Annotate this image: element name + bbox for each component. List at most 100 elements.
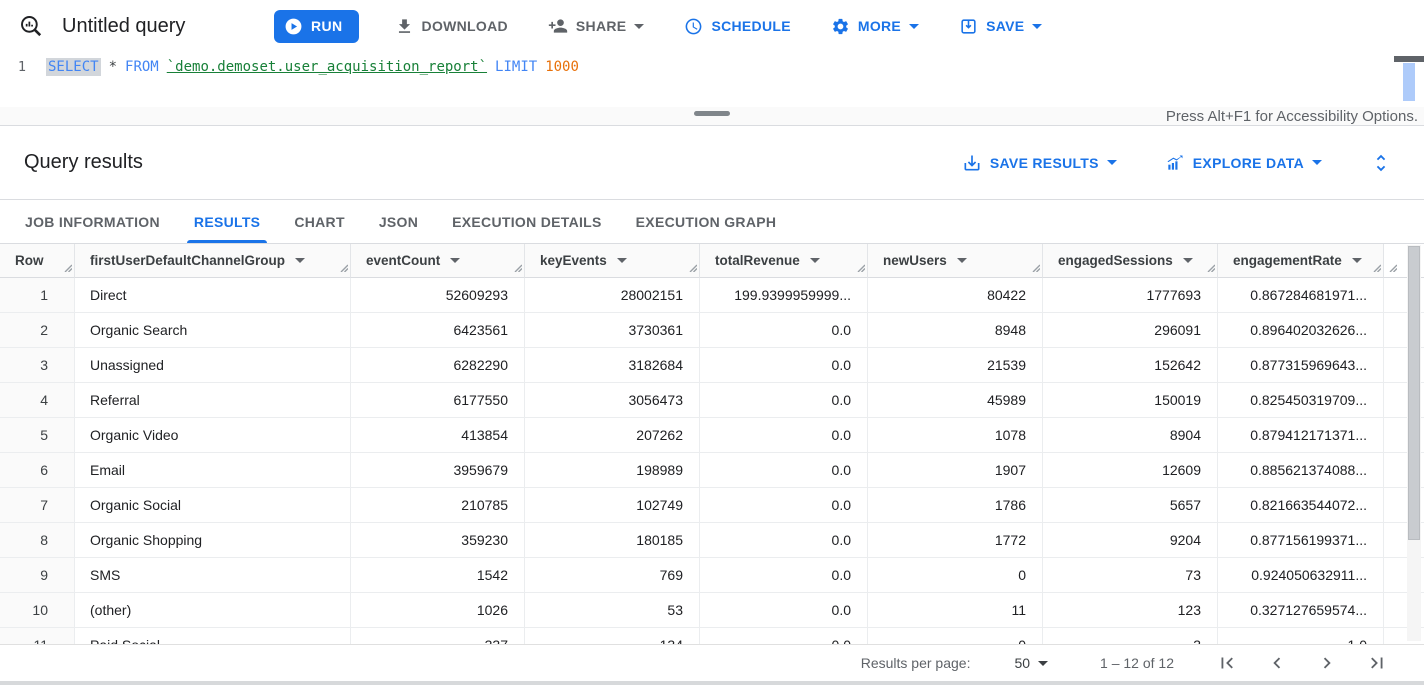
cell-totalRevenue: 0.0 — [700, 348, 868, 383]
tab-json[interactable]: JSON — [362, 200, 435, 243]
column-resize-icon[interactable] — [856, 260, 865, 275]
row-number: 9 — [0, 558, 75, 593]
share-button[interactable]: SHARE — [544, 10, 649, 42]
table-scrollbar-track[interactable] — [1407, 245, 1421, 641]
cell-keyEvents: 3182684 — [525, 348, 700, 383]
cell-engagementRate: 0.896402032626... — [1218, 313, 1384, 348]
more-button[interactable]: MORE — [827, 11, 923, 42]
tab-execution-details[interactable]: EXECUTION DETAILS — [435, 200, 619, 243]
cell-eventCount: 3959679 — [351, 453, 525, 488]
sql-keyword-from: FROM — [125, 59, 159, 75]
results-per-page-label: Results per page: — [861, 655, 971, 671]
cell-keyEvents: 3056473 — [525, 383, 700, 418]
horizontal-scrollbar[interactable] — [0, 681, 1424, 685]
download-icon — [395, 17, 414, 36]
cell-engagedSessions: 150019 — [1043, 383, 1218, 418]
download-button[interactable]: DOWNLOAD — [391, 11, 512, 42]
cell-engagementRate: 1.0 — [1218, 628, 1384, 644]
save-results-button[interactable]: SAVE RESULTS — [958, 147, 1121, 179]
cell-firstUserDefaultChannelGroup: SMS — [75, 558, 351, 593]
cell-keyEvents: 102749 — [525, 488, 700, 523]
chevron-down-icon — [1038, 661, 1048, 666]
table-row: 7Organic Social2107851027490.0178656570.… — [0, 488, 1424, 523]
cell-eventCount: 6177550 — [351, 383, 525, 418]
line-number: 1 — [0, 59, 46, 75]
column-header-eventCount: eventCount — [351, 244, 525, 278]
sql-star: * — [109, 59, 117, 75]
column-resize-icon[interactable] — [1031, 260, 1040, 275]
cell-keyEvents: 134 — [525, 628, 700, 644]
run-button[interactable]: RUN — [274, 10, 359, 43]
column-sort-menu-icon[interactable] — [957, 258, 967, 263]
editor-scrollbar[interactable] — [1403, 63, 1415, 101]
first-page-button[interactable] — [1214, 650, 1240, 676]
cell-eventCount: 6282290 — [351, 348, 525, 383]
cell-firstUserDefaultChannelGroup: (other) — [75, 593, 351, 628]
expand-panel-button[interactable] — [1366, 146, 1396, 180]
sql-limit-value: 1000 — [545, 59, 579, 75]
cell-totalRevenue: 199.9399959999... — [700, 278, 868, 313]
tab-label: JSON — [379, 214, 418, 230]
explore-data-button[interactable]: EXPLORE DATA — [1161, 147, 1326, 179]
tab-execution-graph[interactable]: EXECUTION GRAPH — [619, 200, 794, 243]
cell-engagementRate: 0.327127659574... — [1218, 593, 1384, 628]
expand-icon — [1370, 152, 1392, 174]
column-sort-menu-icon[interactable] — [617, 258, 627, 263]
column-sort-menu-icon[interactable] — [295, 258, 305, 263]
editor-overview-ruler — [1394, 56, 1424, 62]
cell-newUsers: 45989 — [868, 383, 1043, 418]
table-scrollbar-thumb[interactable] — [1408, 246, 1420, 540]
cell-firstUserDefaultChannelGroup: Unassigned — [75, 348, 351, 383]
cell-totalRevenue: 0.0 — [700, 313, 868, 348]
save-results-icon — [962, 153, 982, 173]
download-label: DOWNLOAD — [422, 18, 508, 34]
table-row: 8Organic Shopping3592301801850.017729204… — [0, 523, 1424, 558]
row-number: 6 — [0, 453, 75, 488]
panel-resize-handle[interactable] — [694, 111, 730, 116]
row-number: 8 — [0, 523, 75, 558]
column-sort-menu-icon[interactable] — [1183, 258, 1193, 263]
column-sort-menu-icon[interactable] — [1352, 258, 1362, 263]
tab-results[interactable]: RESULTS — [177, 200, 277, 243]
tab-chart[interactable]: CHART — [277, 200, 362, 243]
query-results-header: Query results SAVE RESULTS EXPLORE DATA — [0, 126, 1424, 200]
column-label: engagedSessions — [1058, 253, 1173, 268]
cell-firstUserDefaultChannelGroup: Organic Search — [75, 313, 351, 348]
sql-code-line[interactable]: 1 SELECT * FROM `demo.demoset.user_acqui… — [0, 56, 1424, 78]
column-header-engagedSessions: engagedSessions — [1043, 244, 1218, 278]
cell-firstUserDefaultChannelGroup: Email — [75, 453, 351, 488]
cell-firstUserDefaultChannelGroup: Referral — [75, 383, 351, 418]
previous-page-button[interactable] — [1264, 650, 1290, 676]
prev-page-icon — [1266, 652, 1288, 674]
cell-engagementRate: 0.885621374088... — [1218, 453, 1384, 488]
column-resize-icon[interactable] — [63, 260, 72, 275]
column-sort-menu-icon[interactable] — [810, 258, 820, 263]
table-row: 4Referral617755030564730.0459891500190.8… — [0, 383, 1424, 418]
cell-keyEvents: 207262 — [525, 418, 700, 453]
next-page-button[interactable] — [1314, 650, 1340, 676]
cell-engagementRate: 0.867284681971... — [1218, 278, 1384, 313]
tab-job-information[interactable]: JOB INFORMATION — [8, 200, 177, 243]
gear-icon — [831, 17, 850, 36]
column-resize-icon[interactable] — [688, 260, 697, 275]
tab-label: EXECUTION GRAPH — [636, 214, 777, 230]
column-sort-menu-icon[interactable] — [450, 258, 460, 263]
column-resize-icon[interactable] — [513, 260, 522, 275]
column-resize-icon[interactable] — [1372, 260, 1381, 275]
column-resize-icon[interactable] — [1206, 260, 1215, 275]
row-number: 11 — [0, 628, 75, 644]
save-button[interactable]: SAVE — [955, 11, 1046, 42]
sql-editor[interactable]: 1 SELECT * FROM `demo.demoset.user_acqui… — [0, 56, 1424, 107]
table-row: 1Direct5260929328002151199.9399959999...… — [0, 278, 1424, 313]
table-reference-link[interactable]: `demo.demoset.user_acquisition_report` — [167, 59, 487, 75]
cell-eventCount: 413854 — [351, 418, 525, 453]
row-number: 2 — [0, 313, 75, 348]
last-page-button[interactable] — [1364, 650, 1390, 676]
column-resize-icon[interactable] — [1388, 260, 1397, 275]
query-results-title: Query results — [24, 151, 143, 174]
page-size-select[interactable]: 50 — [1014, 655, 1048, 671]
explore-data-label: EXPLORE DATA — [1193, 155, 1304, 171]
schedule-button[interactable]: SCHEDULE — [680, 11, 794, 42]
play-icon — [284, 17, 303, 36]
column-resize-icon[interactable] — [339, 260, 348, 275]
